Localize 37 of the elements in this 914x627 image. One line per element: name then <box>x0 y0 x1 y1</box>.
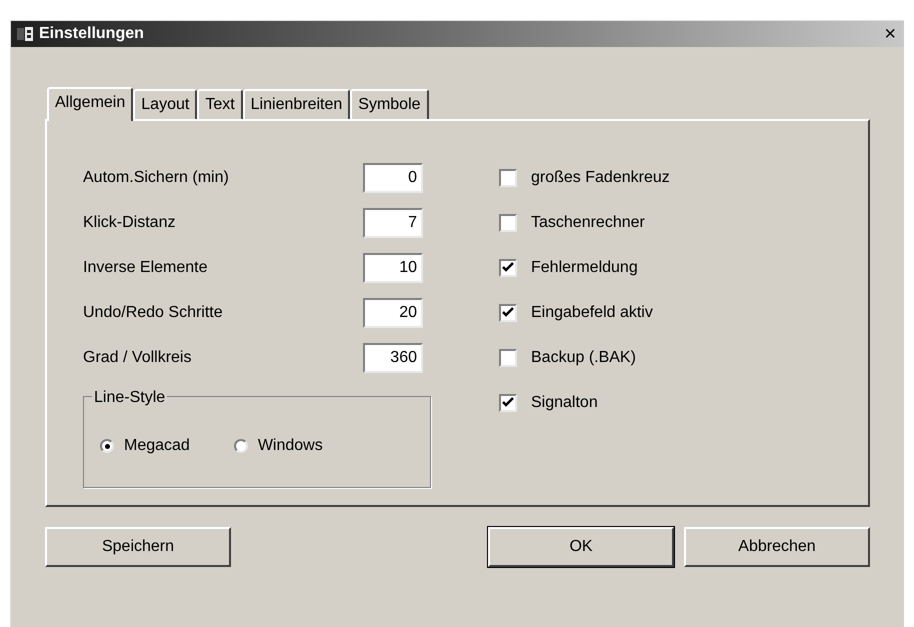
field-label: Inverse Elemente <box>83 258 209 278</box>
radio-button[interactable] <box>100 439 114 453</box>
checkbox[interactable] <box>499 168 517 186</box>
field-label: Undo/Redo Schritte <box>83 302 224 322</box>
checkbox[interactable] <box>499 214 517 232</box>
number-field[interactable]: 10 <box>363 252 423 282</box>
number-field[interactable]: 0 <box>363 162 423 192</box>
radio-label: Megacad <box>124 436 190 456</box>
app-icon <box>17 27 33 41</box>
number-field[interactable]: 7 <box>363 208 423 238</box>
checkbox-label: Taschenrechner <box>531 212 645 232</box>
field-label: Grad / Vollkreis <box>83 348 192 368</box>
checkbox[interactable] <box>499 348 517 366</box>
field-label: Autom.Sichern (min) <box>83 168 230 188</box>
number-field[interactable]: 360 <box>363 342 423 372</box>
close-button[interactable]: × <box>882 24 898 44</box>
tab[interactable]: Layout <box>133 89 198 119</box>
tab[interactable]: Symbole <box>350 89 429 119</box>
radio-label: Windows <box>258 436 323 456</box>
checkbox[interactable] <box>499 394 517 412</box>
tab[interactable]: Allgemein <box>47 87 134 121</box>
dialog-button[interactable]: Abbrechen <box>684 527 870 567</box>
checkbox-label: großes Fadenkreuz <box>531 168 670 188</box>
checkbox[interactable] <box>499 258 517 276</box>
window-title: Einstellungen <box>39 24 144 44</box>
radio-button[interactable] <box>234 439 248 453</box>
checkbox[interactable] <box>499 304 517 322</box>
checkbox-label: Fehlermeldung <box>531 258 638 278</box>
number-field[interactable]: 20 <box>363 298 423 328</box>
checkbox-label: Signalton <box>531 392 598 412</box>
field-label: Klick-Distanz <box>83 212 176 232</box>
tab[interactable]: Text <box>197 89 243 119</box>
dialog-button[interactable]: Speichern <box>45 527 231 567</box>
tab[interactable]: Linienbreiten <box>242 89 350 119</box>
ok-button[interactable]: OK <box>488 527 674 567</box>
checkbox-label: Eingabefeld aktiv <box>531 302 653 322</box>
checkbox-label: Backup (.BAK) <box>531 348 636 368</box>
